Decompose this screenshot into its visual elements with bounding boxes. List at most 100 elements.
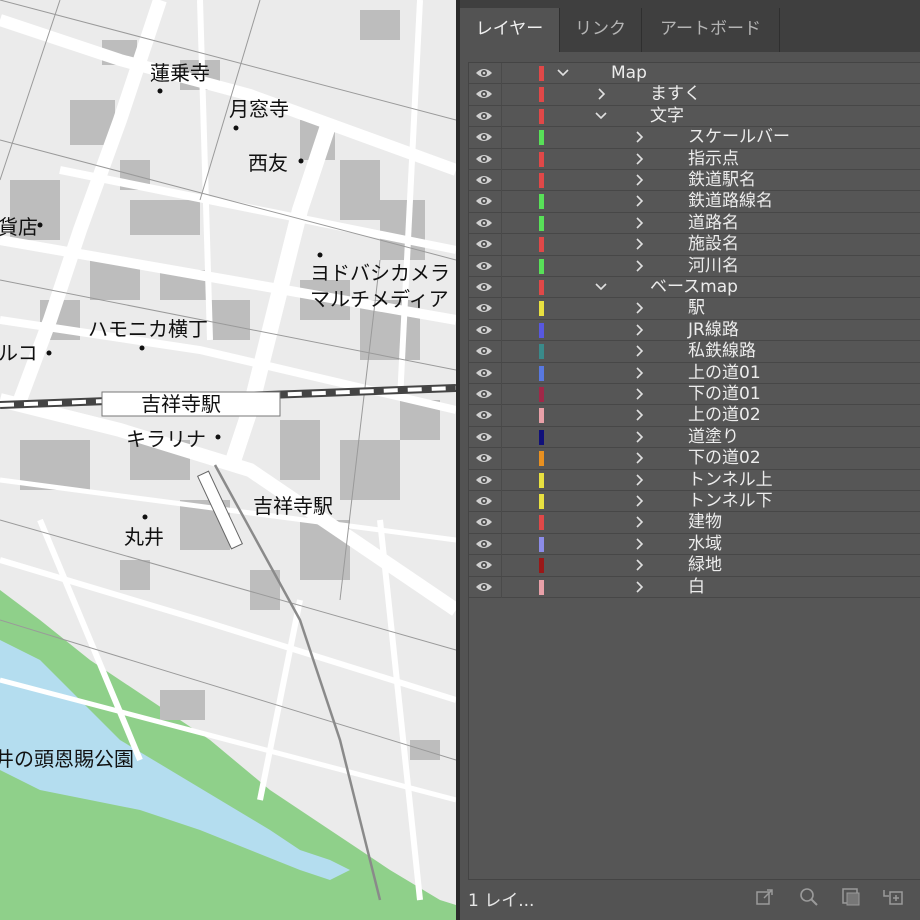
- visibility-eye-icon[interactable]: [475, 430, 493, 444]
- visibility-eye-icon[interactable]: [475, 216, 493, 230]
- layer-row[interactable]: 文字: [469, 105, 920, 128]
- chevron-right-icon[interactable]: [633, 366, 645, 380]
- layer-row[interactable]: ベースmap: [469, 277, 920, 299]
- lock-column[interactable]: [501, 491, 502, 512]
- locate-object-icon[interactable]: [798, 886, 820, 908]
- visibility-eye-icon[interactable]: [475, 280, 493, 294]
- lock-column[interactable]: [501, 555, 502, 577]
- lock-column[interactable]: [501, 469, 502, 491]
- visibility-eye-icon[interactable]: [475, 451, 493, 465]
- layer-name[interactable]: 下の道02: [688, 448, 761, 469]
- chevron-right-icon[interactable]: [633, 473, 645, 487]
- chevron-right-icon[interactable]: [595, 87, 607, 101]
- lock-column[interactable]: [501, 448, 502, 470]
- lock-column[interactable]: [501, 84, 502, 106]
- layer-name[interactable]: 上の道01: [688, 363, 761, 384]
- layer-name[interactable]: 指示点: [688, 149, 739, 170]
- chevron-down-icon[interactable]: [595, 109, 607, 123]
- chevron-right-icon[interactable]: [633, 451, 645, 465]
- layer-name[interactable]: 上の道02: [688, 405, 761, 426]
- lock-column[interactable]: [501, 384, 502, 405]
- lock-column[interactable]: [501, 362, 502, 384]
- visibility-eye-icon[interactable]: [475, 66, 493, 80]
- visibility-eye-icon[interactable]: [475, 515, 493, 529]
- lock-column[interactable]: [501, 576, 502, 598]
- layer-row[interactable]: 上の道02: [469, 405, 920, 427]
- chevron-right-icon[interactable]: [633, 301, 645, 315]
- layer-name[interactable]: 建物: [688, 512, 722, 533]
- lock-column[interactable]: [501, 533, 502, 555]
- layer-name[interactable]: 道路名: [688, 213, 739, 234]
- chevron-right-icon[interactable]: [633, 344, 645, 358]
- lock-column[interactable]: [501, 234, 502, 256]
- layer-row[interactable]: 施設名: [469, 234, 920, 256]
- visibility-eye-icon[interactable]: [475, 301, 493, 315]
- new-sublayer-icon[interactable]: [882, 886, 904, 908]
- layer-row[interactable]: 指示点: [469, 148, 920, 170]
- layer-name[interactable]: 水域: [688, 534, 722, 555]
- visibility-eye-icon[interactable]: [475, 366, 493, 380]
- lock-column[interactable]: [501, 512, 502, 534]
- chevron-right-icon[interactable]: [633, 259, 645, 273]
- layer-row[interactable]: 水域: [469, 533, 920, 556]
- layer-name[interactable]: JR線路: [688, 320, 739, 341]
- chevron-right-icon[interactable]: [633, 323, 645, 337]
- visibility-eye-icon[interactable]: [475, 580, 493, 594]
- chevron-right-icon[interactable]: [633, 430, 645, 444]
- chevron-down-icon[interactable]: [557, 66, 569, 80]
- layer-row[interactable]: 河川名: [469, 255, 920, 277]
- chevron-right-icon[interactable]: [633, 515, 645, 529]
- chevron-right-icon[interactable]: [633, 387, 645, 401]
- layer-row[interactable]: スケールバー: [469, 127, 920, 149]
- visibility-eye-icon[interactable]: [475, 87, 493, 101]
- chevron-right-icon[interactable]: [633, 216, 645, 230]
- chevron-right-icon[interactable]: [633, 494, 645, 508]
- lock-column[interactable]: [501, 191, 502, 213]
- visibility-eye-icon[interactable]: [475, 408, 493, 422]
- layer-row[interactable]: 白: [469, 576, 920, 598]
- chevron-right-icon[interactable]: [633, 537, 645, 551]
- layer-row[interactable]: JR線路: [469, 319, 920, 342]
- chevron-right-icon[interactable]: [633, 152, 645, 166]
- layer-name[interactable]: 緑地: [688, 555, 722, 576]
- visibility-eye-icon[interactable]: [475, 194, 493, 208]
- layer-name[interactable]: 施設名: [688, 234, 739, 255]
- chevron-right-icon[interactable]: [633, 194, 645, 208]
- lock-column[interactable]: [501, 319, 502, 341]
- layer-row[interactable]: 私鉄線路: [469, 341, 920, 363]
- visibility-eye-icon[interactable]: [475, 494, 493, 508]
- visibility-eye-icon[interactable]: [475, 152, 493, 166]
- layer-name[interactable]: 下の道01: [688, 384, 761, 405]
- visibility-eye-icon[interactable]: [475, 130, 493, 144]
- lock-column[interactable]: [501, 127, 502, 149]
- layer-name[interactable]: 鉄道駅名: [688, 170, 756, 191]
- lock-column[interactable]: [501, 212, 502, 234]
- chevron-right-icon[interactable]: [633, 558, 645, 572]
- visibility-eye-icon[interactable]: [475, 323, 493, 337]
- chevron-right-icon[interactable]: [633, 173, 645, 187]
- tab-layers[interactable]: レイヤー: [460, 8, 560, 52]
- visibility-eye-icon[interactable]: [475, 537, 493, 551]
- visibility-eye-icon[interactable]: [475, 237, 493, 251]
- lock-column[interactable]: [501, 63, 502, 84]
- chevron-right-icon[interactable]: [633, 237, 645, 251]
- layer-name[interactable]: 鉄道路線名: [688, 191, 773, 212]
- lock-column[interactable]: [501, 105, 502, 127]
- chevron-down-icon[interactable]: [595, 280, 607, 294]
- visibility-eye-icon[interactable]: [475, 259, 493, 273]
- layer-row[interactable]: 道塗り: [469, 426, 920, 449]
- layer-row[interactable]: 道路名: [469, 212, 920, 235]
- tab-artboards[interactable]: アートボード: [642, 8, 780, 52]
- layer-name[interactable]: トンネル上: [688, 470, 773, 491]
- layer-row[interactable]: 緑地: [469, 555, 920, 577]
- layer-row[interactable]: 駅: [469, 298, 920, 320]
- lock-column[interactable]: [501, 426, 502, 448]
- visibility-eye-icon[interactable]: [475, 109, 493, 123]
- visibility-eye-icon[interactable]: [475, 473, 493, 487]
- layer-name[interactable]: 道塗り: [688, 427, 739, 448]
- layer-name[interactable]: 文字: [650, 106, 684, 127]
- lock-column[interactable]: [501, 277, 502, 298]
- layer-row[interactable]: Map: [469, 63, 920, 85]
- layer-name[interactable]: トンネル下: [688, 491, 773, 512]
- lock-column[interactable]: [501, 298, 502, 320]
